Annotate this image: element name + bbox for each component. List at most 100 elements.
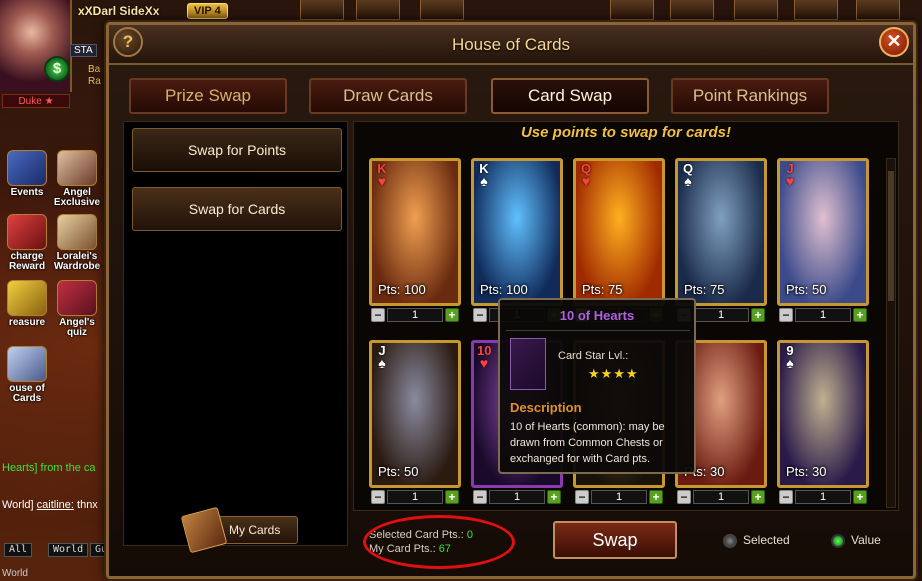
close-button[interactable]: ✕	[879, 27, 909, 57]
legend-value: Value	[831, 533, 881, 548]
side-button-angels-quiz[interactable]: Angel's quiz	[52, 280, 102, 338]
tab-point-rankings[interactable]: Point Rankings	[671, 78, 829, 114]
card-rank: J ♠	[375, 344, 389, 371]
top-menu-icon[interactable]	[300, 0, 344, 20]
swap-button[interactable]: Swap	[553, 521, 677, 559]
rank-line: Ba	[88, 64, 101, 75]
quantity-stepper[interactable]: −1+	[369, 308, 461, 324]
card-art[interactable]: J ♥ Pts: 50	[777, 158, 869, 306]
decrease-quantity-button[interactable]: −	[779, 308, 793, 322]
quantity-stepper[interactable]: −1+	[777, 490, 869, 506]
card-item[interactable]: 9 ♠ Pts: 30 −1 +	[777, 340, 869, 508]
currency-icon[interactable]: $	[44, 56, 70, 82]
quantity-field[interactable]: 1	[693, 490, 749, 504]
top-menu-icon[interactable]	[420, 0, 464, 20]
top-menu-icon[interactable]	[794, 0, 838, 20]
tooltip-title: 10 of Hearts	[559, 308, 635, 323]
chat-tab-all[interactable]: All	[4, 543, 33, 557]
decrease-quantity-button[interactable]: −	[677, 490, 691, 504]
side-button-recharge[interactable]: charge Reward	[2, 214, 52, 272]
swap-for-cards-button[interactable]: Swap for Cards	[132, 187, 342, 231]
card-tooltip: 10 of Hearts Card Star Lvl.: ★★★★ Descri…	[498, 298, 696, 474]
top-menu-icon[interactable]	[670, 0, 714, 20]
quantity-field[interactable]: 1	[387, 308, 443, 322]
card-art[interactable]: Q ♠ Pts: 75	[675, 158, 767, 306]
card-item[interactable]: K ♥ Pts: 100 −1 +	[369, 158, 461, 326]
chat-message: World] caitline: thnx	[2, 499, 98, 511]
tab-card-swap[interactable]: Card Swap	[491, 78, 649, 114]
quantity-field[interactable]: 1	[489, 490, 545, 504]
quantity-stepper[interactable]: −1+	[369, 490, 461, 506]
increase-quantity-button[interactable]: +	[649, 490, 663, 504]
increase-quantity-button[interactable]: +	[853, 490, 867, 504]
chat-text: thnx	[77, 499, 98, 511]
top-menu-icon[interactable]	[356, 0, 400, 20]
card-rank: 10 ♥	[477, 344, 491, 370]
card-item[interactable]: J ♠ Pts: 50 −1 +	[369, 340, 461, 508]
card-art[interactable]: 9 ♠ Pts: 30	[777, 340, 869, 488]
dialog-title: House of Cards	[451, 35, 571, 54]
decrease-quantity-button[interactable]: −	[473, 490, 487, 504]
quantity-stepper[interactable]: −1+	[471, 490, 563, 506]
increase-quantity-button[interactable]: +	[853, 308, 867, 322]
quantity-field[interactable]: 1	[591, 490, 647, 504]
chat-channel: World]	[2, 499, 34, 511]
card-suit-icon: ♠	[378, 355, 386, 371]
quantity-field[interactable]: 1	[387, 490, 443, 504]
chat-username[interactable]: caitline:	[37, 499, 74, 511]
card-rank: Q ♠	[681, 162, 695, 189]
quantity-stepper[interactable]: −1+	[573, 490, 665, 506]
card-grid-scrollbar[interactable]	[886, 158, 896, 508]
scroll-thumb[interactable]	[888, 171, 894, 301]
tooltip-stars: ★★★★	[588, 366, 639, 381]
chat-channel-select[interactable]: World	[2, 568, 28, 579]
card-points: Pts: 50	[786, 282, 827, 297]
decrease-quantity-button[interactable]: −	[371, 490, 385, 504]
tab-prize-swap[interactable]: Prize Swap	[129, 78, 287, 114]
my-cards-button[interactable]: My Cards	[180, 506, 298, 554]
quantity-field[interactable]: 1	[795, 308, 851, 322]
decrease-quantity-button[interactable]: −	[473, 308, 487, 322]
increase-quantity-button[interactable]: +	[547, 490, 561, 504]
side-button-wardrobe[interactable]: Loralei's Wardrobe	[52, 214, 102, 272]
side-button-events[interactable]: Events	[2, 150, 52, 206]
card-points: Pts: 75	[582, 282, 623, 297]
card-suit-icon: ♠	[786, 355, 794, 371]
player-name: xXDarl SideXx	[78, 4, 160, 18]
side-button-house-of-cards[interactable]: ouse of Cards	[2, 346, 52, 404]
quantity-stepper[interactable]: −1+	[777, 308, 869, 324]
card-art[interactable]: K ♠ Pts: 100	[471, 158, 563, 306]
side-button-label: reasure	[8, 317, 46, 328]
top-menu-icon[interactable]	[734, 0, 778, 20]
top-menu-icon[interactable]	[856, 0, 900, 20]
swap-for-points-button[interactable]: Swap for Points	[132, 128, 342, 172]
treasure-icon	[7, 280, 47, 316]
card-suit-icon: ♠	[684, 173, 692, 189]
decrease-quantity-button[interactable]: −	[575, 490, 589, 504]
side-button-label: Angel's quiz	[59, 317, 95, 338]
quiz-icon	[57, 280, 97, 316]
decrease-quantity-button[interactable]: −	[779, 490, 793, 504]
vip-badge[interactable]: VIP 4	[187, 3, 228, 19]
decrease-quantity-button[interactable]: −	[371, 308, 385, 322]
increase-quantity-button[interactable]: +	[751, 490, 765, 504]
increase-quantity-button[interactable]: +	[445, 490, 459, 504]
card-art[interactable]: J ♠ Pts: 50	[369, 340, 461, 488]
tooltip-divider	[506, 330, 690, 331]
chat-tab-world[interactable]: World	[48, 543, 89, 557]
chat-message: Hearts] from the ca	[2, 462, 96, 474]
top-menu-icon[interactable]	[610, 0, 654, 20]
side-button-label: charge Reward	[8, 251, 46, 272]
quantity-field[interactable]: 1	[795, 490, 851, 504]
increase-quantity-button[interactable]: +	[445, 308, 459, 322]
increase-quantity-button[interactable]: +	[751, 308, 765, 322]
card-art[interactable]: K ♥ Pts: 100	[369, 158, 461, 306]
card-art[interactable]: Q ♥ Pts: 75	[573, 158, 665, 306]
side-button-angel-exclusive[interactable]: Angel Exclusive	[52, 150, 102, 208]
side-button-treasure[interactable]: reasure	[2, 280, 52, 336]
quantity-stepper[interactable]: −1+	[675, 490, 767, 506]
card-item[interactable]: J ♥ Pts: 50 −1 +	[777, 158, 869, 326]
value-indicator-icon	[831, 533, 845, 548]
quantity-field[interactable]: 1	[693, 308, 749, 322]
tab-draw-cards[interactable]: Draw Cards	[309, 78, 467, 114]
